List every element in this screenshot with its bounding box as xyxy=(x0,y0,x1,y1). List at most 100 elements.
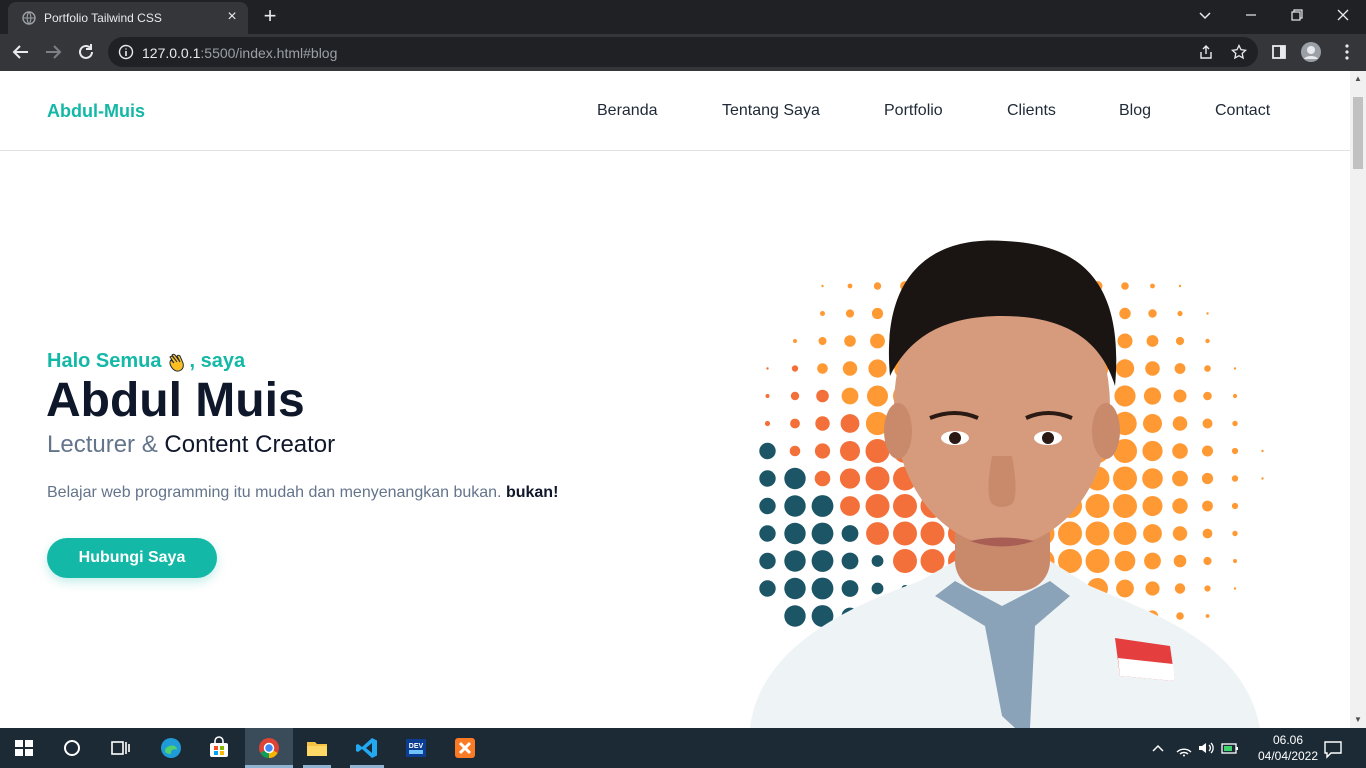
halftone-dot xyxy=(1150,283,1155,289)
site-info-icon[interactable] xyxy=(118,44,134,60)
halftone-dot xyxy=(1174,583,1186,594)
task-view-icon[interactable] xyxy=(108,736,132,760)
search-icon[interactable] xyxy=(60,736,84,760)
halftone-dot xyxy=(1232,530,1238,537)
halftone-dot xyxy=(784,605,806,627)
halftone-dot xyxy=(764,420,771,427)
halftone-dot xyxy=(814,443,831,459)
wifi-icon[interactable] xyxy=(1174,738,1194,758)
devc-icon[interactable]: DEV xyxy=(404,736,428,760)
halftone-dot xyxy=(1232,420,1238,427)
halftone-dot xyxy=(784,495,806,517)
url-text[interactable]: 127.0.0.1:5500/index.html#blog xyxy=(142,45,337,61)
halftone-dot xyxy=(870,333,885,349)
file-explorer-icon[interactable] xyxy=(305,736,329,760)
halftone-dot xyxy=(1146,335,1159,347)
chevron-up-icon[interactable] xyxy=(1148,738,1168,758)
halftone-dot xyxy=(811,577,834,600)
globe-icon xyxy=(22,11,36,25)
role-suffix: Content Creator xyxy=(164,431,336,458)
reload-icon[interactable] xyxy=(75,41,97,63)
halftone-dot xyxy=(867,385,888,407)
halftone-dot xyxy=(1172,416,1188,431)
notifications-icon[interactable] xyxy=(1322,738,1344,760)
contact-me-button[interactable]: Hubungi Saya xyxy=(47,538,217,578)
forward-icon[interactable] xyxy=(42,41,64,63)
halftone-dot xyxy=(1113,466,1137,491)
halftone-dot xyxy=(841,552,859,570)
address-bar[interactable]: 127.0.0.1:5500/index.html#blog xyxy=(108,37,1258,67)
close-window-icon[interactable] xyxy=(1332,4,1354,26)
page-scrollbar[interactable]: ▲ ▼ xyxy=(1350,71,1366,728)
halftone-dot xyxy=(840,496,860,516)
menu-kebab-icon[interactable] xyxy=(1336,41,1358,63)
halftone-dot xyxy=(793,339,797,343)
halftone-dot xyxy=(1172,443,1188,459)
windows-start-icon[interactable] xyxy=(12,736,36,760)
halftone-dot xyxy=(865,466,890,491)
battery-icon[interactable] xyxy=(1220,738,1240,758)
halftone-dot xyxy=(1261,449,1264,453)
share-icon[interactable] xyxy=(1198,44,1214,60)
role-prefix: Lecturer & xyxy=(47,431,158,458)
close-tab-icon[interactable]: × xyxy=(224,9,240,25)
minimize-icon[interactable] xyxy=(1240,4,1262,26)
nav-tentang-saya[interactable]: Tentang Saya xyxy=(722,102,820,120)
halftone-dot xyxy=(873,282,882,290)
brand-logo[interactable]: Abdul-Muis xyxy=(47,101,145,122)
halftone-dot xyxy=(868,359,887,378)
halftone-dot xyxy=(1205,338,1210,344)
halftone-dot xyxy=(1145,581,1160,596)
nav-blog[interactable]: Blog xyxy=(1119,102,1151,120)
halftone-dot xyxy=(1116,579,1134,598)
side-panel-icon[interactable] xyxy=(1268,41,1290,63)
halftone-dot xyxy=(1058,521,1082,546)
halftone-dot xyxy=(1085,494,1110,518)
microsoft-store-icon[interactable] xyxy=(207,736,231,760)
halftone-dot xyxy=(1145,361,1160,376)
nav-beranda[interactable]: Beranda xyxy=(597,102,658,120)
nav-contact[interactable]: Contact xyxy=(1215,102,1270,120)
greeting-suffix: , saya xyxy=(189,350,246,372)
halftone-dot xyxy=(1114,385,1136,407)
scroll-down-icon[interactable]: ▼ xyxy=(1353,715,1363,725)
halftone-dot xyxy=(1202,445,1213,457)
site-header: Abdul-Muis Beranda Tentang Saya Portfoli… xyxy=(0,71,1350,151)
halftone-dot xyxy=(811,550,834,572)
halftone-dot xyxy=(1142,496,1163,516)
tagline-text: Belajar web programming itu mudah dan me… xyxy=(47,484,502,501)
xampp-icon[interactable] xyxy=(453,736,477,760)
volume-icon[interactable] xyxy=(1196,738,1216,758)
edge-browser-icon[interactable] xyxy=(159,736,183,760)
new-tab-icon[interactable]: + xyxy=(260,5,280,27)
nav-clients[interactable]: Clients xyxy=(1007,102,1056,120)
halftone-dot xyxy=(1114,550,1136,572)
hero-tagline: Belajar web programming itu mudah dan me… xyxy=(47,484,558,502)
halftone-dot xyxy=(1142,440,1163,462)
tab-search-icon[interactable] xyxy=(1194,4,1216,26)
system-clock[interactable]: 06.06 04/04/2022 xyxy=(1254,732,1322,764)
hero-greeting: Halo Semua , saya xyxy=(47,350,245,373)
bookmark-star-icon[interactable] xyxy=(1231,44,1247,60)
hero-role: Lecturer & Content Creator xyxy=(47,431,335,459)
scroll-up-icon[interactable]: ▲ xyxy=(1353,74,1363,84)
back-icon[interactable] xyxy=(10,41,32,63)
restore-icon[interactable] xyxy=(1286,4,1308,26)
halftone-dot xyxy=(1143,524,1162,543)
halftone-dot xyxy=(1178,284,1182,288)
chrome-icon[interactable] xyxy=(257,736,281,760)
halftone-dot xyxy=(1173,389,1187,403)
halftone-dot xyxy=(814,470,831,487)
halftone-dot xyxy=(1205,614,1210,618)
halftone-dot xyxy=(1233,587,1237,590)
scroll-thumb[interactable] xyxy=(1353,97,1363,169)
halftone-dot xyxy=(871,582,884,595)
vscode-icon[interactable] xyxy=(355,736,379,760)
browser-tab[interactable]: Portfolio Tailwind CSS × xyxy=(8,2,248,34)
profile-avatar-icon[interactable] xyxy=(1300,41,1322,63)
halftone-dot xyxy=(818,337,827,345)
nav-portfolio[interactable]: Portfolio xyxy=(884,102,943,120)
halftone-dot xyxy=(1176,612,1184,620)
halftone-dot xyxy=(1144,552,1161,570)
halftone-dot xyxy=(1261,477,1264,480)
